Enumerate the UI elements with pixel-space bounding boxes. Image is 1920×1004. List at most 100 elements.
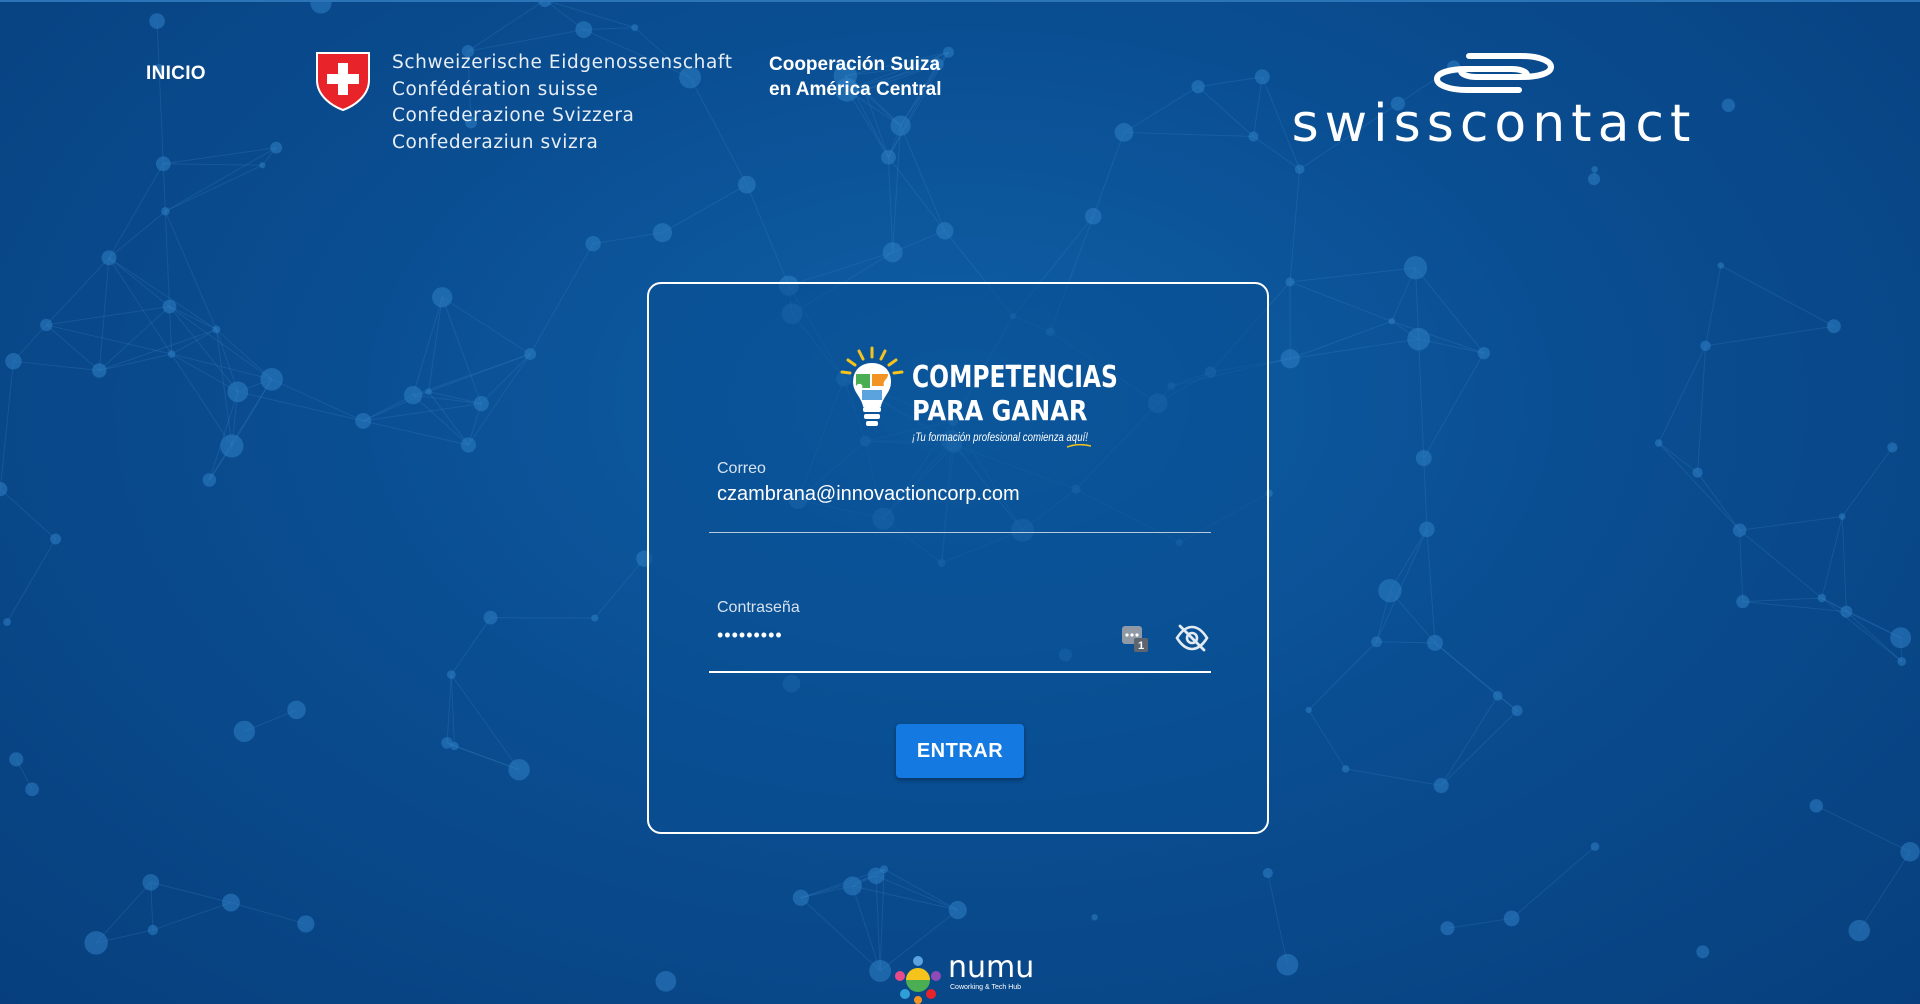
network-line bbox=[1447, 917, 1512, 929]
network-line bbox=[1423, 458, 1428, 530]
network-line bbox=[108, 210, 166, 259]
network-line bbox=[1742, 597, 1822, 603]
network-line bbox=[1289, 267, 1416, 283]
network-line bbox=[165, 164, 263, 212]
swisscontact-swoosh-icon bbox=[1433, 53, 1555, 93]
network-line bbox=[1720, 265, 1835, 327]
network-dot bbox=[1305, 706, 1312, 714]
email-input[interactable] bbox=[717, 483, 1117, 506]
network-line bbox=[450, 617, 491, 675]
network-dot bbox=[3, 618, 11, 626]
network-line bbox=[412, 394, 469, 446]
network-line bbox=[852, 885, 958, 911]
competencias-para-ganar-logo: COMPETENCIAS PARA GANAR ¡Tu formación pr… bbox=[832, 344, 1118, 454]
network-dot bbox=[142, 874, 160, 891]
network-dot bbox=[9, 752, 24, 767]
network-line bbox=[1739, 529, 1823, 599]
network-line bbox=[1092, 132, 1125, 217]
password-manager-icon[interactable]: 1 bbox=[1121, 623, 1149, 653]
network-line bbox=[168, 306, 173, 355]
network-line bbox=[1816, 805, 1911, 853]
network-line bbox=[230, 902, 307, 925]
network-dot bbox=[403, 385, 423, 405]
network-line bbox=[1434, 642, 1499, 697]
network-line bbox=[544, 0, 635, 29]
network-dot bbox=[1817, 593, 1827, 603]
network-line bbox=[441, 297, 482, 404]
swisscontact-wordmark: swisscontact bbox=[1291, 94, 1697, 154]
nav-inicio-link[interactable]: INICIO bbox=[146, 63, 206, 85]
network-line bbox=[164, 211, 170, 307]
network-line bbox=[0, 488, 56, 540]
network-line bbox=[1858, 851, 1911, 931]
network-dot bbox=[655, 970, 677, 992]
network-dot bbox=[1591, 166, 1598, 173]
network-line bbox=[592, 232, 663, 245]
network-line bbox=[1705, 265, 1722, 346]
eye-off-icon[interactable] bbox=[1175, 621, 1209, 655]
password-input[interactable] bbox=[717, 625, 1117, 646]
network-dot bbox=[1696, 945, 1710, 959]
network-line bbox=[1252, 76, 1263, 137]
network-line bbox=[165, 147, 277, 212]
network-dot bbox=[149, 13, 165, 29]
network-line bbox=[467, 29, 584, 52]
network-dot bbox=[1692, 467, 1703, 478]
network-line bbox=[171, 353, 272, 380]
network-line bbox=[887, 157, 894, 253]
network-dot bbox=[948, 900, 967, 920]
network-dot bbox=[446, 670, 456, 680]
network-dot bbox=[310, 0, 332, 14]
network-line bbox=[108, 163, 164, 259]
network-dot bbox=[1433, 778, 1449, 794]
network-dot bbox=[942, 46, 955, 58]
network-dot bbox=[1700, 340, 1711, 352]
network-line bbox=[1658, 442, 1698, 473]
network-dot bbox=[221, 893, 240, 912]
network-line bbox=[171, 353, 233, 447]
lightbulb-puzzle-icon bbox=[840, 346, 904, 426]
swiss-confederation-logo: Schweizerische Eidgenossenschaft Confédé… bbox=[314, 50, 733, 156]
cooperacion-line-2: en América Central bbox=[769, 79, 942, 100]
network-line bbox=[169, 306, 217, 330]
network-dot bbox=[1114, 123, 1134, 142]
network-dot bbox=[5, 352, 22, 370]
network-dot bbox=[1654, 439, 1663, 447]
network-dot bbox=[297, 915, 315, 933]
network-line bbox=[1198, 76, 1263, 88]
network-dot bbox=[1440, 921, 1455, 936]
network-line bbox=[108, 257, 217, 330]
network-dot bbox=[1590, 842, 1600, 851]
network-line bbox=[1123, 131, 1254, 138]
network-dot bbox=[1091, 914, 1098, 921]
network-line bbox=[1739, 516, 1843, 531]
brand-title-competencias: COMPETENCIAS bbox=[912, 360, 1118, 395]
network-dot bbox=[40, 318, 53, 332]
network-dot bbox=[1407, 327, 1430, 351]
network-dot bbox=[162, 299, 177, 314]
network-dot bbox=[1511, 705, 1523, 717]
network-dot bbox=[1280, 349, 1300, 369]
network-dot bbox=[220, 434, 244, 458]
network-line bbox=[108, 257, 170, 307]
network-line bbox=[1289, 169, 1301, 282]
network-dot bbox=[1419, 521, 1435, 538]
network-line bbox=[1511, 846, 1596, 919]
network-line bbox=[413, 394, 482, 405]
network-line bbox=[1290, 338, 1419, 360]
network-line bbox=[99, 353, 172, 371]
network-dot bbox=[233, 720, 255, 743]
network-dot bbox=[473, 396, 489, 412]
entrar-button[interactable]: ENTRAR bbox=[896, 724, 1024, 778]
network-line bbox=[450, 674, 455, 747]
network-dot bbox=[882, 242, 903, 263]
numu-wordmark: numu bbox=[948, 950, 1035, 985]
network-line bbox=[163, 147, 277, 165]
network-dot bbox=[1492, 691, 1503, 701]
network-line bbox=[1821, 597, 1903, 662]
network-dot bbox=[167, 350, 176, 358]
network-dot bbox=[147, 924, 159, 936]
password-manager-badge: 1 bbox=[1138, 640, 1144, 652]
network-dot bbox=[869, 959, 892, 982]
network-dot bbox=[737, 175, 756, 194]
